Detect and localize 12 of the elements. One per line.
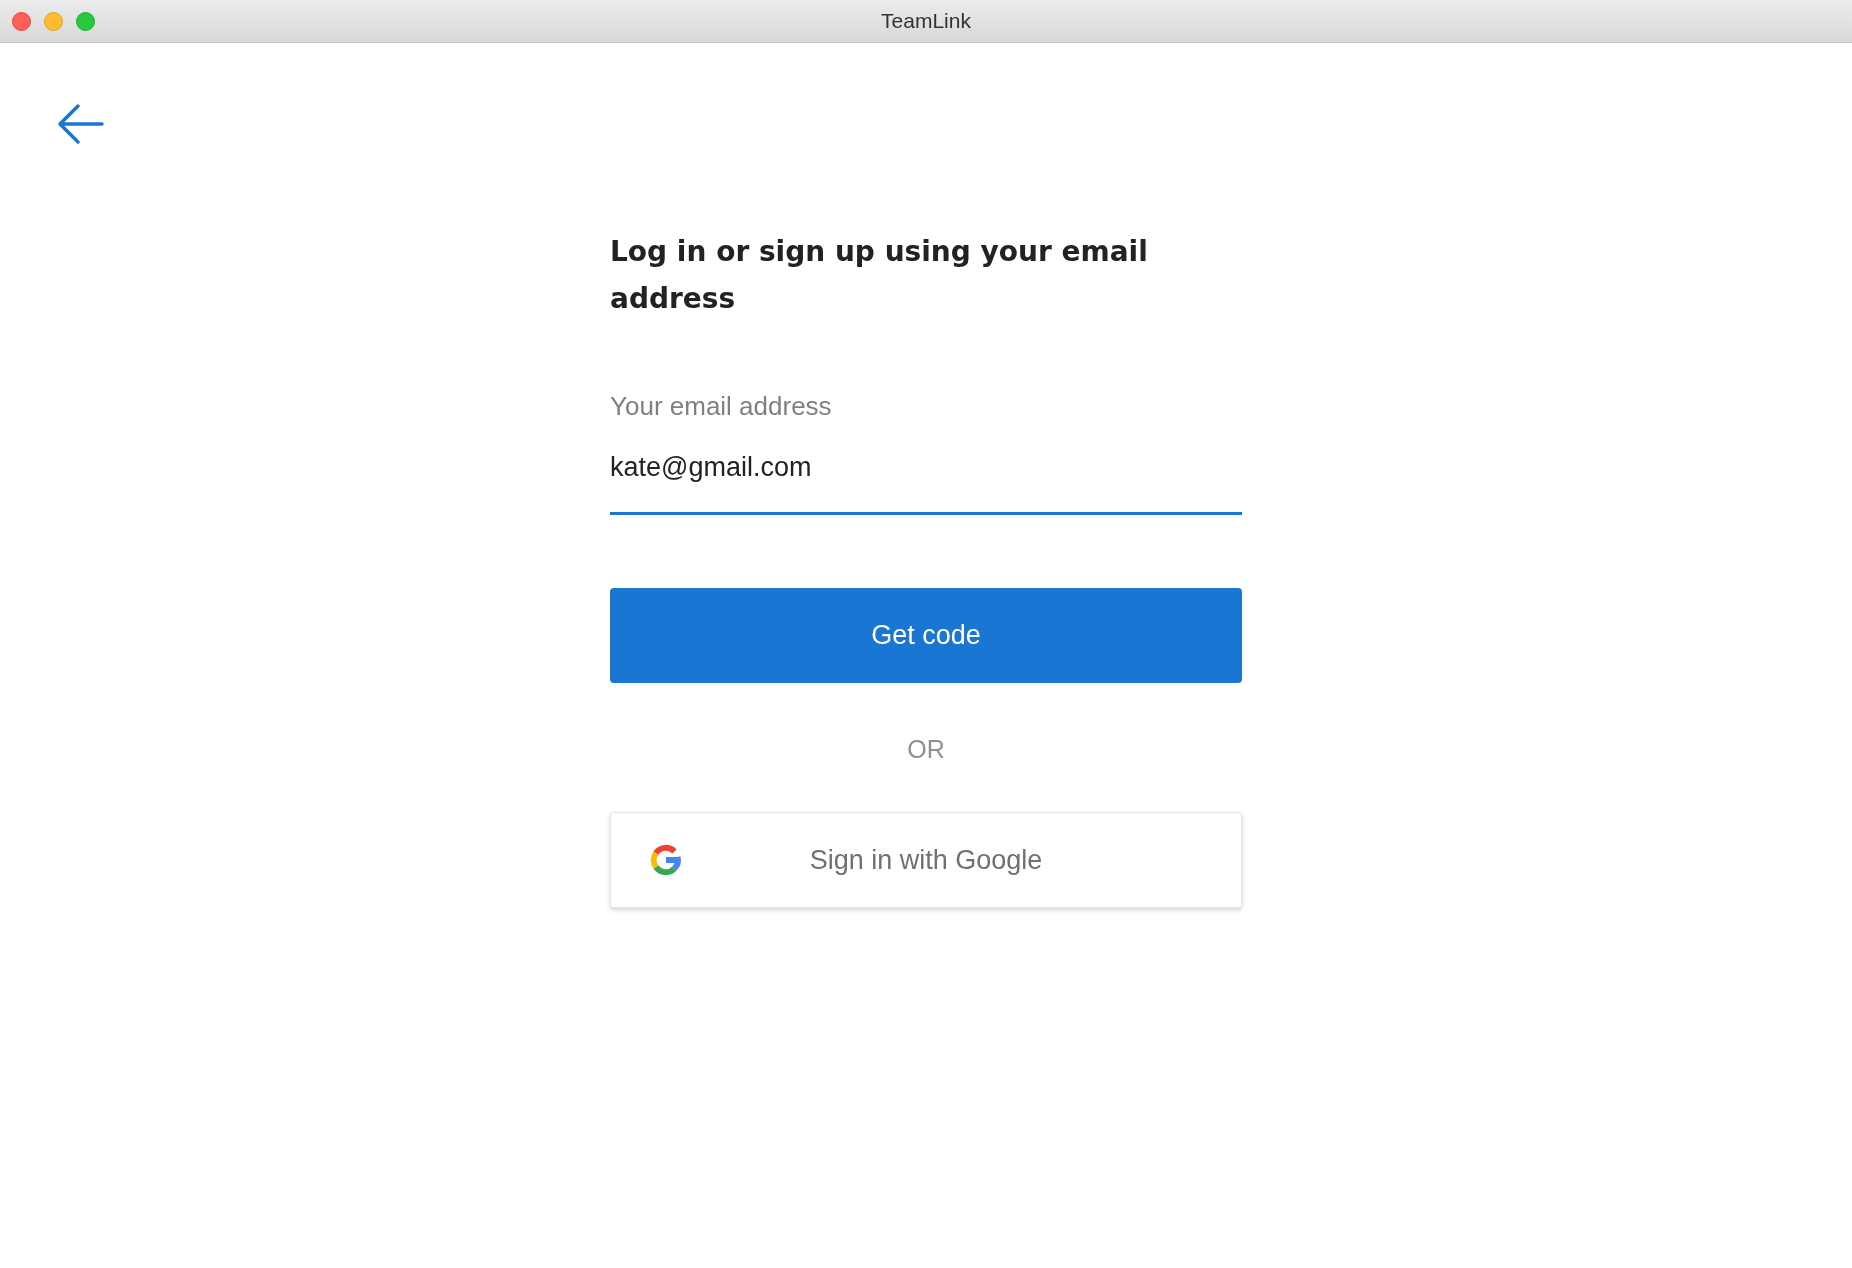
email-field[interactable]: kate@gmail.com (610, 450, 1242, 515)
get-code-button[interactable]: Get code (610, 588, 1242, 683)
window-title: TeamLink (881, 9, 971, 32)
form-heading: Log in or sign up using your email address (610, 234, 1149, 317)
field-label: Your email address (610, 390, 833, 422)
separator-text: OR (907, 735, 945, 764)
back-button[interactable] (56, 103, 104, 145)
zoom-button[interactable] (76, 11, 95, 31)
google-icon (648, 842, 684, 878)
google-sign-in-button[interactable]: Sign in with Google (610, 812, 1242, 908)
minimize-button[interactable] (44, 11, 63, 31)
close-button[interactable] (12, 11, 31, 31)
